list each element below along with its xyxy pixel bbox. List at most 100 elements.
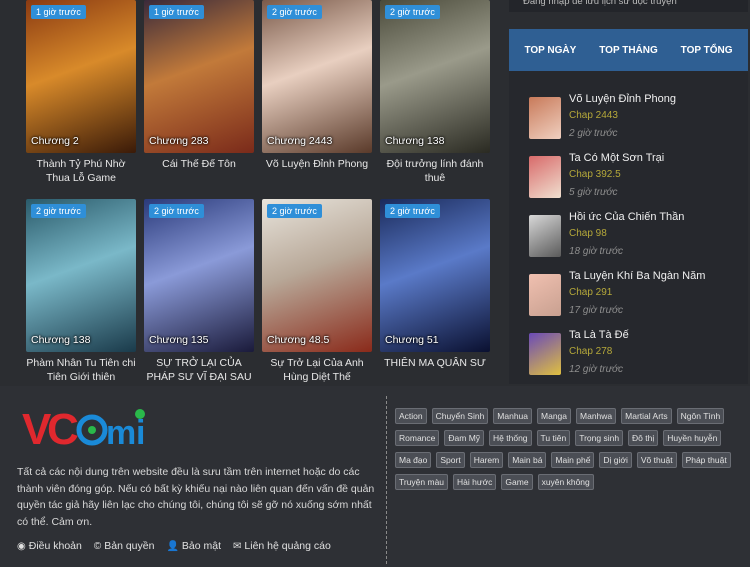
manga-title[interactable]: Cái Thế Đế Tôn [144,157,254,171]
ranking-tabs: TOP NGÀY TOP THÁNG TOP TỔNG [509,29,748,71]
ranking-chapter[interactable]: Chap 2443 [569,110,618,121]
genre-tag[interactable]: Trọng sinh [575,430,624,446]
footer-link-label: Liên hệ quảng cáo [244,540,331,552]
ranking-item[interactable]: Ta Có Một Sơn Trại Chap 392.5 5 giờ trước [529,152,739,208]
ranking-cover[interactable] [529,215,561,257]
genre-tag[interactable]: Hài hước [453,474,497,490]
genre-tag[interactable]: Romance [395,430,440,446]
footer-link-label: Điều khoản [28,540,82,552]
genre-tag[interactable]: Manhua [493,408,533,424]
genre-tag[interactable]: Sport [436,452,465,468]
manga-cover[interactable]: 2 giờ trước Chương 138 [380,0,490,153]
genre-tag[interactable]: Main phế [551,452,595,468]
genre-tag[interactable]: Main bá [508,452,547,468]
ranking-item[interactable]: Ta Là Tà Đế Chap 278 12 giờ trước [529,329,739,385]
update-time-badge: 1 giờ trước [31,5,86,19]
manga-card[interactable]: 2 giờ trước Chương 138 Phàm Nhân Tu Tiên c… [26,199,136,384]
genre-tag[interactable]: Dị giới [599,452,632,468]
ranking-item[interactable]: Hồi ức Của Chiến Thần Chap 98 18 giờ trước [529,211,739,267]
chapter-label[interactable]: Chương 2443 [267,135,332,147]
chapter-label[interactable]: Chương 51 [385,334,439,346]
ranking-title[interactable]: Ta Luyện Khí Ba Ngàn Năm [569,270,705,282]
ranking-title[interactable]: Võ Luyện Đỉnh Phong [569,93,676,105]
tab-top-all[interactable]: TOP TỔNG [681,45,733,56]
ranking-title[interactable]: Ta Là Tà Đế [569,329,629,341]
genre-tag[interactable]: Đô thị [628,430,659,446]
footer-link[interactable]: 👤 Bảo mật [166,540,221,552]
tab-top-day[interactable]: TOP NGÀY [524,45,576,56]
genre-tag[interactable]: Manhwa [576,408,617,424]
chapter-label[interactable]: Chương 138 [31,334,90,346]
ranking-cover[interactable] [529,274,561,316]
chapter-label[interactable]: Chương 283 [149,135,208,147]
manga-title[interactable]: Võ Luyện Đỉnh Phong [262,157,372,171]
site-logo[interactable]: V C m i [22,406,152,452]
update-time-badge: 1 giờ trước [149,5,204,19]
ranking-cover[interactable] [529,333,561,375]
manga-title[interactable]: Thành Tỷ Phú Nhờ Thua Lỗ Game [26,157,136,185]
manga-cover[interactable]: 2 giờ trước Chương 48.5 [262,199,372,352]
tab-top-month[interactable]: TOP THÁNG [599,45,658,56]
ranking-cover[interactable] [529,156,561,198]
manga-card[interactable]: 2 giờ trước Chương 48.5 Sự Trở Lại Của Anh… [262,199,372,384]
ranking-time: 5 giờ trước [569,187,618,198]
chapter-label[interactable]: Chương 138 [385,135,444,147]
genre-tag[interactable]: Martial Arts [621,408,672,424]
copyright-icon: © [93,540,102,552]
manga-title[interactable]: Phàm Nhân Tu Tiên chi Tiên Giới thiên [26,356,136,384]
genre-tag[interactable]: Pháp thuật [681,452,731,468]
ranking-cover[interactable] [529,97,561,139]
update-time-badge: 2 giờ trước [149,204,204,218]
ranking-item[interactable]: Võ Luyện Đỉnh Phong Chap 2443 2 giờ trước [529,93,739,149]
manga-card[interactable]: 2 giờ trước Chương 51 THIÊN MA QUÂN SƯ [380,199,490,370]
page: 1 giờ trước Chương 2 Thành Tỷ Phú Nhờ Thua… [0,0,750,567]
manga-card[interactable]: 2 giờ trước Chương 138 Đội trưởng lính đán… [380,0,490,185]
chapter-label[interactable]: Chương 48.5 [267,334,329,346]
manga-cover[interactable]: 2 giờ trước Chương 135 [144,199,254,352]
update-time-badge: 2 giờ trước [267,204,322,218]
genre-tag[interactable]: Võ thuật [636,452,677,468]
genre-tag[interactable]: Chuyển Sinh [431,408,489,424]
genre-tag[interactable]: Manga [537,408,572,424]
footer-link[interactable]: ◉ Điều khoản [17,540,82,552]
manga-title[interactable]: Đội trưởng lính đánh thuê [380,157,490,185]
manga-title[interactable]: THIÊN MA QUÂN SƯ [380,356,490,370]
ranking-chapter[interactable]: Chap 98 [569,228,607,239]
genre-tag[interactable]: Truyện màu [395,474,449,490]
ranking-title[interactable]: Hồi ức Của Chiến Thần [569,211,684,223]
genre-tag[interactable]: Tu tiên [536,430,571,446]
genre-tag[interactable]: Ma đạo [395,452,432,468]
genre-tag[interactable]: Đam Mỹ [444,430,485,446]
ranking-title[interactable]: Ta Có Một Sơn Trại [569,152,664,164]
manga-card[interactable]: 2 giờ trước Chương 135 SỰ TRỞ LẠI CỦA PHÁP… [144,199,254,384]
ranking-chapter[interactable]: Chap 278 [569,346,612,357]
manga-cover[interactable]: 1 giờ trước Chương 283 [144,0,254,153]
ranking-chapter[interactable]: Chap 392.5 [569,169,621,180]
chapter-label[interactable]: Chương 2 [31,135,79,147]
manga-card[interactable]: 2 giờ trước Chương 2443 Võ Luyện Đỉnh Phon… [262,0,372,171]
footer-links: ◉ Điều khoản © Bản quyền 👤 Bảo mật ✉ Liên hệ qu… [17,540,331,552]
ranking-item[interactable]: Ta Luyện Khí Ba Ngàn Năm Chap 291 17 giờ t… [529,270,739,326]
genre-tag[interactable]: Huyền huyễn [663,430,722,446]
genre-tag[interactable]: Ngôn Tình [676,408,725,424]
manga-card[interactable]: 1 giờ trước Chương 283 Cái Thế Đế Tôn [144,0,254,171]
login-hint[interactable]: Đăng nhập để lưu lịch sử đọc truyện [509,0,748,12]
genre-tag[interactable]: Hệ thống [489,430,532,446]
manga-cover[interactable]: 2 giờ trước Chương 2443 [262,0,372,153]
manga-cover[interactable]: 2 giờ trước Chương 51 [380,199,490,352]
manga-cover[interactable]: 1 giờ trước Chương 2 [26,0,136,153]
manga-title[interactable]: Sự Trở Lại Của Anh Hùng Diệt Thế [262,356,372,384]
genre-tags: Action Chuyển Sinh Manhua Manga Manhwa Martia… [395,408,747,490]
genre-tag[interactable]: xuyên không [537,474,594,490]
footer-link[interactable]: © Bản quyền [94,540,155,552]
manga-title[interactable]: SỰ TRỞ LẠI CỦA PHÁP SƯ VĨ ĐẠI SAU [144,356,254,384]
genre-tag[interactable]: Harem [469,452,504,468]
footer-link[interactable]: ✉ Liên hệ quảng cáo [233,540,331,552]
genre-tag[interactable]: Game [501,474,533,490]
genre-tag[interactable]: Action [395,408,427,424]
ranking-time: 2 giờ trước [569,128,618,139]
chapter-label[interactable]: Chương 135 [149,334,208,346]
manga-cover[interactable]: 2 giờ trước Chương 138 [26,199,136,352]
manga-card[interactable]: 1 giờ trước Chương 2 Thành Tỷ Phú Nhờ Thua… [26,0,136,185]
ranking-chapter[interactable]: Chap 291 [569,287,612,298]
